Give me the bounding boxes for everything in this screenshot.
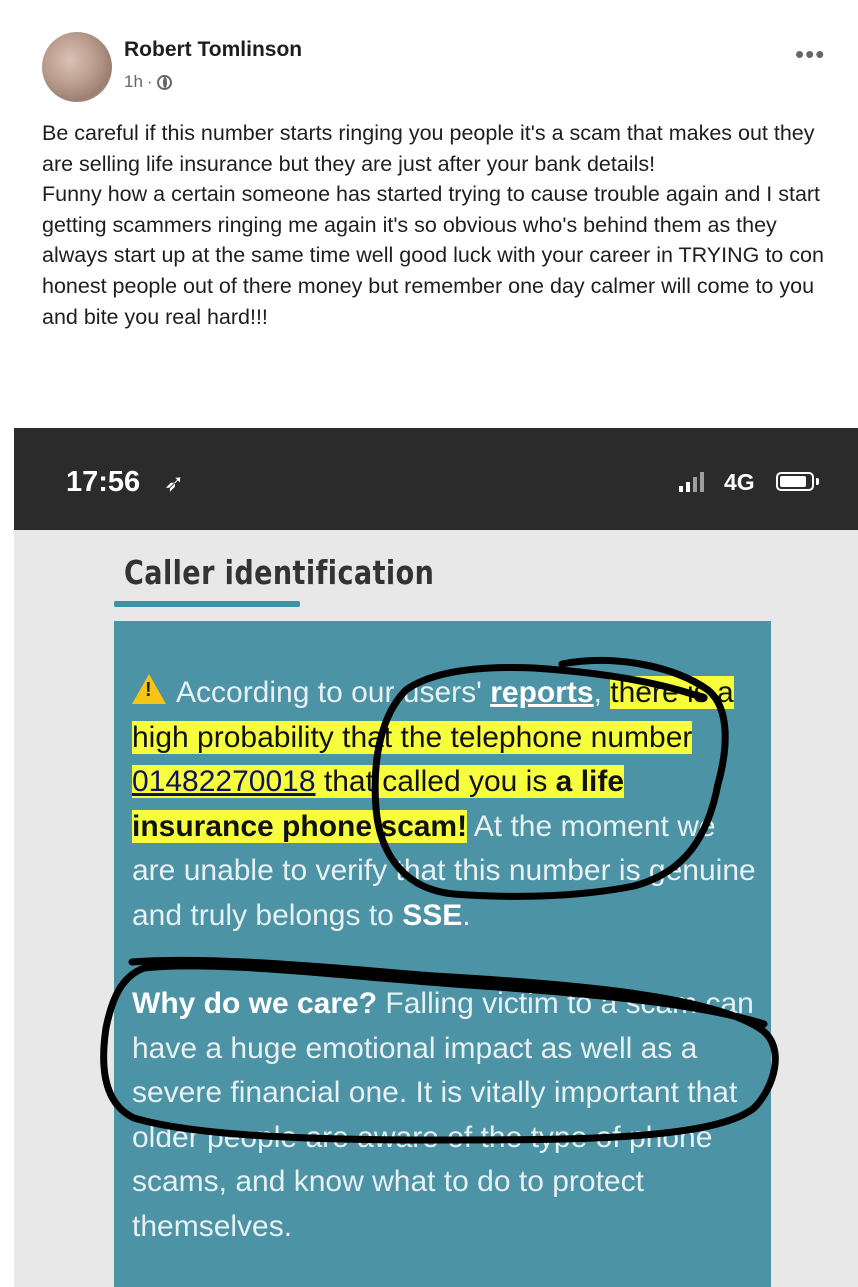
author-name[interactable]: Robert Tomlinson <box>124 38 302 62</box>
title-underline <box>114 601 300 607</box>
caller-identification-title: Caller identification <box>124 553 435 592</box>
post-meta: 1h · <box>124 72 172 92</box>
more-options-button[interactable]: ••• <box>795 41 825 67</box>
sentence-end: . <box>462 898 471 932</box>
scam-warning-card: ! According to our users' reports, there … <box>114 621 771 1287</box>
network-type: 4G <box>724 469 755 495</box>
company-name: SSE <box>402 898 463 932</box>
intro-comma: , <box>593 676 611 709</box>
warning-triangle-icon: ! <box>132 674 166 704</box>
card-paragraph-2: Why do we care? Falling victim to a scam… <box>132 982 762 1249</box>
why-care-heading: Why do we care? <box>132 987 378 1020</box>
phone-number-link[interactable]: 01482270018 <box>132 765 316 798</box>
signal-bars-icon <box>679 470 704 492</box>
attached-screenshot[interactable]: 17:56 ➶ 4G Caller identification ! Accord… <box>14 428 858 1287</box>
highlight-text-2: that called you is <box>315 765 556 798</box>
avatar[interactable] <box>42 32 112 102</box>
meta-separator: · <box>146 72 153 91</box>
reports-link[interactable]: reports <box>490 676 593 709</box>
why-care-text: Falling victim to a scam can have a huge… <box>132 987 754 1243</box>
post-paragraph-2: Funny how a certain someone has started … <box>42 182 824 329</box>
card-paragraph-1: ! According to our users' reports, there … <box>132 671 762 938</box>
post-time[interactable]: 1h <box>124 72 143 92</box>
status-time: 17:56 <box>66 466 141 498</box>
post-paragraph-1: Be careful if this number starts ringing… <box>42 121 815 176</box>
post-header: Robert Tomlinson 1h · ••• <box>0 0 858 120</box>
card-text: ! According to our users' reports, there … <box>132 671 762 1249</box>
intro-text: According to our users' <box>176 676 491 709</box>
location-arrow-icon: ➶ <box>164 470 185 497</box>
post-body: Be careful if this number starts ringing… <box>42 118 842 332</box>
phone-status-bar: 17:56 ➶ 4G <box>14 428 858 530</box>
globe-icon[interactable] <box>156 74 172 90</box>
battery-icon <box>776 472 814 491</box>
battery-tip <box>816 478 819 485</box>
